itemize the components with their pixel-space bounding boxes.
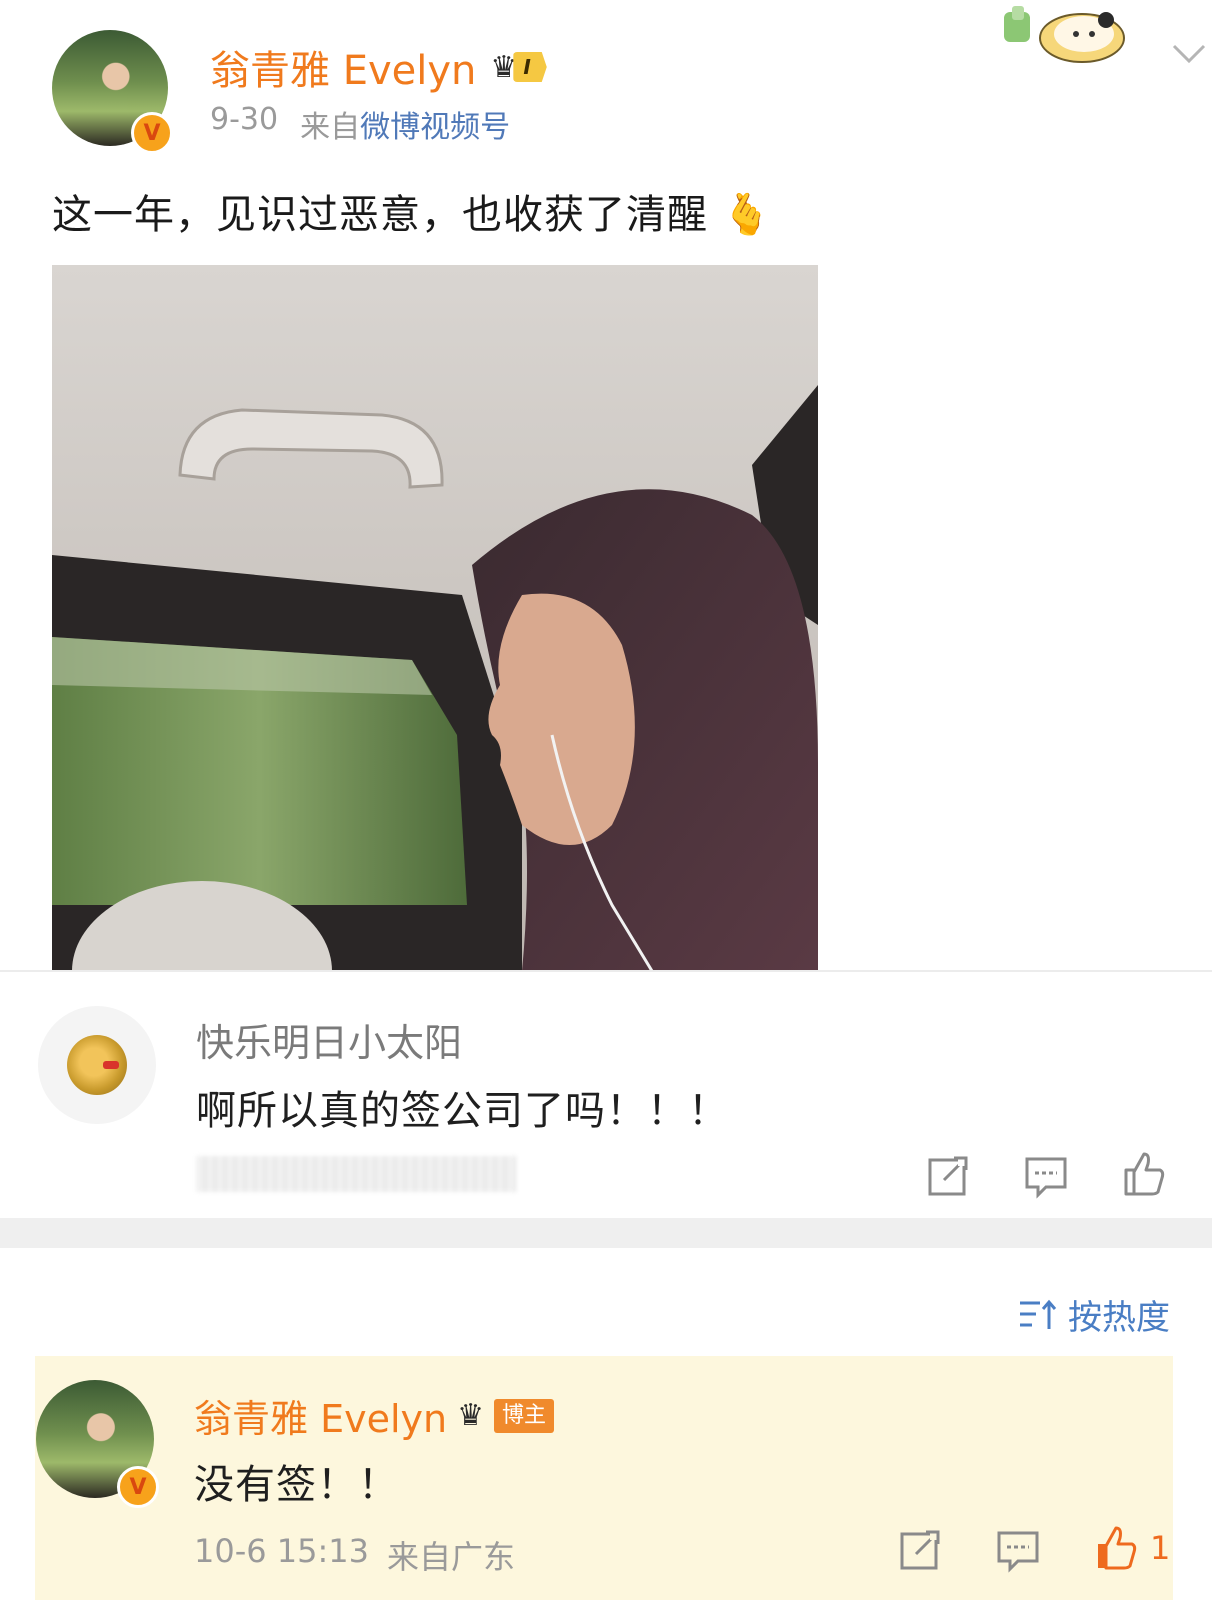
chevron-down-icon[interactable] (1172, 44, 1206, 64)
like-icon[interactable] (1120, 1150, 1168, 1198)
post-author-row: 翁青雅 Evelyn ♛ I (210, 38, 547, 96)
comment-avatar[interactable] (38, 1006, 156, 1124)
decorative-sticker (1000, 4, 1130, 68)
reply-text: 没有签！！ (194, 1462, 399, 1508)
section-gap (0, 1218, 1212, 1248)
share-icon[interactable] (924, 1152, 972, 1200)
author-badge: 博主 (494, 1398, 555, 1433)
crown-icon: ♛ I (490, 50, 547, 85)
reply-time: 10-6 15:13 (194, 1532, 370, 1570)
post-date: 9-30 (210, 102, 279, 137)
section-divider (0, 970, 1212, 972)
gong-avatar-image (67, 1035, 127, 1095)
reply-meta: 10-6 15:13 来自广东 (194, 1532, 515, 1578)
comment-text: 啊所以真的签公司了吗！！！ (196, 1088, 729, 1134)
share-icon[interactable] (896, 1526, 944, 1574)
verified-badge-icon: V (131, 112, 173, 154)
sort-by-hot-button[interactable]: 按热度 (1018, 1290, 1170, 1339)
comment-icon[interactable] (1022, 1152, 1070, 1200)
comment-icon[interactable] (994, 1526, 1042, 1574)
post-author-name[interactable]: 翁青雅 Evelyn (210, 38, 476, 96)
sort-label: 按热度 (1068, 1298, 1170, 1338)
comment-author-name[interactable]: 快乐明日小太阳 (196, 1012, 462, 1067)
reply-like-button[interactable]: 1 (1092, 1524, 1170, 1572)
post-text-content: 这一年，见识过恶意，也收获了清醒 (52, 192, 708, 238)
blurred-comment-meta (196, 1156, 516, 1192)
finger-heart-icon: 🫰 (721, 192, 773, 238)
reply-location: 来自广东 (387, 1538, 516, 1576)
post-source-prefix: 来自 (300, 110, 361, 145)
like-icon (1098, 1526, 1137, 1570)
verified-badge-icon: V (117, 1466, 159, 1508)
post-source-link[interactable]: 微博视频号 (360, 110, 510, 145)
crown-icon: ♛ (457, 1398, 484, 1433)
post-video-thumbnail[interactable] (52, 265, 818, 971)
reply-author-row: 翁青雅 Evelyn ♛ 博主 (194, 1388, 555, 1443)
level-badge: I (513, 52, 547, 82)
reply-author-name[interactable]: 翁青雅 Evelyn (194, 1388, 447, 1443)
like-count: 1 (1150, 1529, 1171, 1567)
post-text: 这一年，见识过恶意，也收获了清醒 🫰 (52, 182, 773, 240)
post-meta: 9-30 来自微博视频号 (210, 102, 510, 146)
sort-icon (1020, 1299, 1057, 1329)
